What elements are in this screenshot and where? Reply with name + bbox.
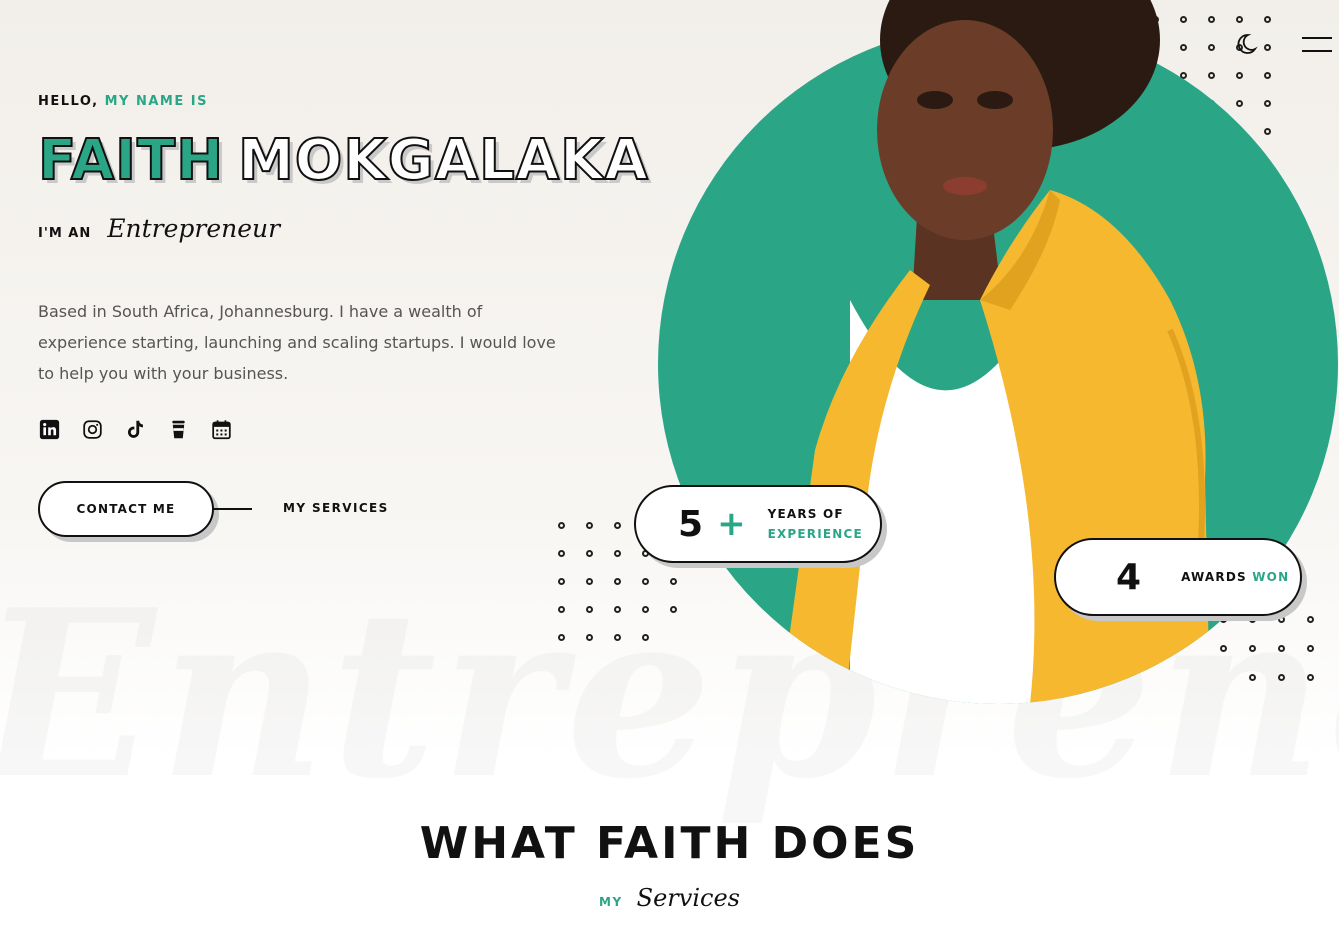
section-subtitle: MY Services [0,884,1339,912]
bio-text: Based in South Africa, Johannesburg. I h… [38,302,556,383]
decorative-dot [614,606,621,613]
moon-icon[interactable] [1234,32,1258,56]
decorative-dot [614,522,621,529]
section-sub-prefix: MY [599,895,623,909]
experience-badge: 5 + YEARS OF EXPERIENCE [634,485,882,563]
experience-label: YEARS OF EXPERIENCE [768,504,863,544]
awards-number: 4 [1116,556,1142,598]
hero-name: FAITH MOKGALAKA [37,127,649,194]
social-links [38,418,232,440]
awards-label-plain: AWARDS [1181,570,1247,584]
greeting: HELLO, MY NAME IS [38,94,208,109]
experience-number: 5 [678,503,704,545]
instagram-icon[interactable] [81,418,103,440]
decorative-dot [642,578,649,585]
greeting-plain: HELLO, [38,94,99,109]
decorative-dot [558,550,565,557]
awards-badge: 4 AWARDS WON [1054,538,1302,616]
decorative-dot [642,606,649,613]
calendar-icon[interactable] [210,418,232,440]
decorative-dot [558,522,565,529]
decorative-dot [614,578,621,585]
decorative-dot [558,578,565,585]
coffee-cup-icon[interactable] [167,418,189,440]
role-word: Entrepreneur [107,214,281,243]
hamburger-menu-icon[interactable] [1302,36,1332,54]
tiktok-icon[interactable] [124,418,146,440]
role-prefix: I'M AN [38,226,92,241]
decorative-dot [586,578,593,585]
section-sub-word: Services [636,884,740,912]
my-services-link[interactable]: MY SERVICES [283,501,389,515]
decorative-dot [558,634,565,641]
first-name: FAITH [37,127,225,194]
decorative-dot [614,550,621,557]
awards-label-accent: WON [1252,570,1290,584]
decorative-dot [614,634,621,641]
role-line: I'M AN Entrepreneur [38,214,280,243]
experience-line1: YEARS OF [767,507,844,521]
section-title: WHAT FAITH DOES [419,818,920,869]
button-connector-line [214,508,252,510]
decorative-dot [586,634,593,641]
last-name: MOKGALAKA [237,127,649,194]
contact-me-button[interactable]: CONTACT ME [38,481,214,537]
experience-line2: EXPERIENCE [767,527,863,541]
decorative-dot [558,606,565,613]
greeting-accent: MY NAME IS [104,94,208,109]
experience-plus: + [717,504,746,544]
decorative-dot [586,550,593,557]
decorative-dot [586,606,593,613]
decorative-dot [642,634,649,641]
linkedin-icon[interactable] [38,418,60,440]
awards-label: AWARDS WON [1181,567,1289,587]
decorative-dot [586,522,593,529]
